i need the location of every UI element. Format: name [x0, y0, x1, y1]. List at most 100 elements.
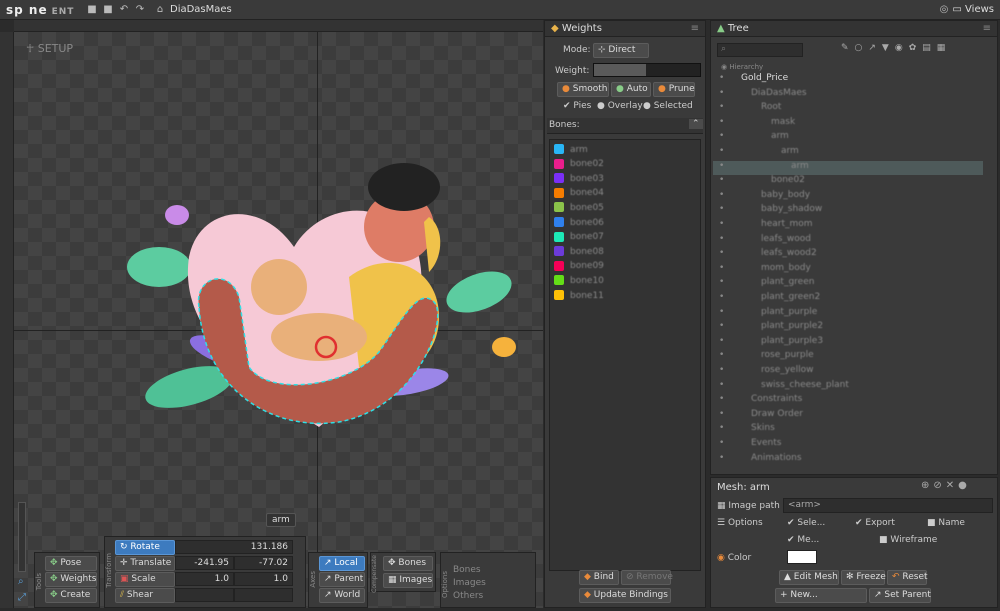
tree-item[interactable]: • arm [713, 160, 983, 175]
visibility-dot-icon[interactable]: • [719, 321, 724, 331]
visibility-dot-icon[interactable]: • [719, 365, 724, 375]
bind-button[interactable]: ◆ Bind [579, 570, 619, 585]
translate-button[interactable]: ✛ Translate [115, 556, 175, 571]
visibility-dot-icon[interactable]: • [719, 102, 724, 112]
tree-item[interactable]: • DiaDasMaes [713, 88, 983, 102]
tree-item[interactable]: • bone02 [713, 175, 983, 189]
save-all-icon[interactable]: ■ [102, 4, 114, 16]
visibility-dot-icon[interactable]: • [719, 131, 724, 141]
update-bindings-button[interactable]: ◆ Update Bindings [579, 588, 671, 603]
tree-search-input[interactable]: ⌕ [717, 43, 803, 57]
visibility-dot-icon[interactable]: • [719, 88, 724, 98]
visibility-dot-icon[interactable]: • [719, 394, 724, 404]
compensate-bones-button[interactable]: ✥ Bones [383, 556, 433, 571]
tree-item[interactable]: • leafs_wood [713, 234, 983, 248]
wireframe-checkbox[interactable]: ■ Wireframe [879, 535, 937, 545]
shear-y[interactable] [234, 588, 293, 602]
scale-y[interactable]: 1.0 [234, 572, 293, 586]
tree-item[interactable]: • plant_purple [713, 307, 983, 321]
visibility-dot-icon[interactable]: • [719, 161, 724, 171]
bone-list-item[interactable]: bone04 [554, 187, 604, 202]
set-parent-button[interactable]: ↗ Set Parent [869, 588, 931, 603]
smooth-button[interactable]: ● Smooth [557, 82, 609, 97]
visibility-dot-icon[interactable]: • [719, 73, 724, 83]
new-dropdown[interactable]: + New... [775, 588, 867, 603]
tree-item[interactable]: • Animations [713, 453, 983, 467]
pies-checkbox[interactable]: ✔ Pies [563, 101, 591, 111]
rotate-button[interactable]: ↻ Rotate [115, 540, 175, 555]
project-icon[interactable]: ⌂ [154, 4, 166, 16]
export-checkbox[interactable]: ✔ Export [855, 518, 895, 528]
color-swatch[interactable] [787, 550, 817, 564]
tree-item[interactable]: • mask [713, 117, 983, 131]
visibility-dot-icon[interactable]: • [719, 409, 724, 419]
tree-item[interactable]: • Gold_Price [713, 73, 983, 87]
visibility-dot-icon[interactable]: • [719, 277, 724, 287]
tree-item[interactable]: • plant_green [713, 277, 983, 291]
reset-button[interactable]: ↶ Reset [887, 570, 928, 585]
tree-item[interactable]: • leafs_wood2 [713, 248, 983, 262]
parent-axes-button[interactable]: ↗ Parent [319, 572, 365, 587]
visibility-dot-icon[interactable]: • [719, 204, 724, 214]
panel-menu-icon[interactable]: ≡ [983, 23, 991, 34]
pose-button[interactable]: ✥ Pose [45, 556, 97, 571]
panel-menu-icon[interactable]: ≡ [691, 23, 699, 34]
views-menu[interactable]: ▭ Views [952, 4, 994, 15]
scale-button[interactable]: ▣ Scale [115, 572, 175, 587]
compensate-images-button[interactable]: ▦ Images [383, 573, 433, 588]
visibility-dot-icon[interactable]: • [719, 175, 724, 185]
artwork[interactable] [119, 137, 519, 437]
overlay-checkbox[interactable]: ● Overlay [597, 101, 643, 111]
freeze-button[interactable]: ✻ Freeze [841, 570, 886, 585]
edit-mesh-button[interactable]: ▲ Edit Mesh [779, 570, 839, 585]
shear-x[interactable] [175, 588, 234, 602]
visibility-dot-icon[interactable]: • [719, 263, 724, 273]
bone-list-item[interactable]: bone03 [554, 173, 604, 187]
translate-y[interactable]: -77.02 [234, 556, 293, 570]
visibility-dot-icon[interactable]: • [719, 248, 724, 258]
tree-item[interactable]: • heart_mom [713, 219, 983, 233]
rotate-value[interactable]: 131.186 [175, 540, 293, 554]
tree-filter-buttons[interactable]: ✎○↗▼◉✿▤▦ [841, 43, 991, 57]
tree-item[interactable]: • mom_body [713, 263, 983, 277]
create-button[interactable]: ✥ Create [45, 588, 97, 603]
tree-item[interactable]: • baby_body [713, 190, 983, 204]
fit-icon[interactable]: ⤢ [18, 592, 26, 603]
bone-list-item[interactable]: arm [554, 144, 588, 158]
scale-x[interactable]: 1.0 [175, 572, 234, 586]
tree-item[interactable]: • Root [713, 102, 983, 116]
weight-slider[interactable] [593, 63, 701, 77]
tree-item[interactable]: • rose_yellow [713, 365, 983, 379]
project-name[interactable]: DiaDasMaes [170, 4, 232, 15]
selected-checkbox[interactable]: ● Selected [643, 101, 693, 111]
visibility-dot-icon[interactable]: • [719, 234, 724, 244]
bone-list[interactable]: arm bone02 bone03 bone04 bone05 bone06 bone07 b… [549, 139, 701, 571]
me-checkbox[interactable]: ✔ Me... [787, 535, 819, 545]
remove-button[interactable]: ⊘ Remove [621, 570, 673, 585]
tree-item[interactable]: • arm [713, 146, 983, 160]
bone-list-item[interactable]: bone02 [554, 158, 604, 173]
visibility-dot-icon[interactable]: • [719, 380, 724, 390]
search-icon[interactable]: ⌕ [18, 576, 24, 587]
prune-button[interactable]: ● Prune [653, 82, 695, 97]
sele-checkbox[interactable]: ✔ Sele... [787, 518, 825, 528]
tree-item[interactable]: • Events [713, 438, 983, 452]
bone-list-item[interactable]: bone10 [554, 275, 604, 289]
visibility-dot-icon[interactable]: • [719, 219, 724, 229]
world-axes-button[interactable]: ↗ World [319, 588, 365, 603]
bone-list-item[interactable]: bone07 [554, 231, 604, 246]
visibility-dot-icon[interactable]: • [719, 423, 724, 433]
weights-button[interactable]: ✥ Weights [45, 572, 97, 587]
bone-list-item[interactable]: bone09 [554, 260, 604, 275]
bone-list-item[interactable]: bone11 [554, 290, 604, 304]
save-icon[interactable]: ■ [86, 4, 98, 16]
tree-item[interactable]: • plant_green2 [713, 292, 983, 306]
visibility-dot-icon[interactable]: • [719, 190, 724, 200]
screen-icon[interactable]: ◎ [938, 4, 950, 16]
tree-item[interactable]: • Draw Order [713, 409, 983, 423]
local-axes-button[interactable]: ↗ Local [319, 556, 365, 571]
name-checkbox[interactable]: ■ Name [927, 518, 965, 528]
tree-item[interactable]: • rose_purple [713, 350, 983, 364]
tree-list[interactable]: • Gold_Price • DiaDasMaes • Root • mask • arm • arm… [713, 73, 995, 473]
visibility-dot-icon[interactable]: • [719, 307, 724, 317]
